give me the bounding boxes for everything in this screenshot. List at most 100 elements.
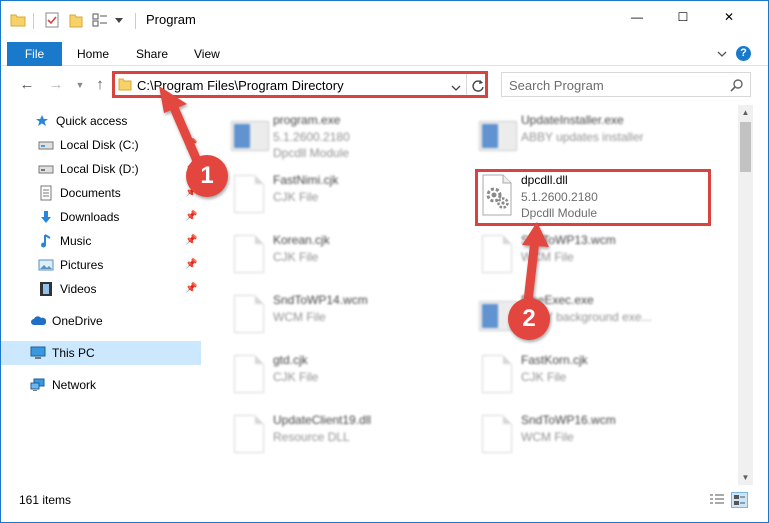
minimize-button[interactable]: —: [614, 1, 660, 33]
file-type: WCM File: [521, 430, 574, 444]
sidebar-item-local-disk-d[interactable]: Local Disk (D:) 📌: [1, 157, 201, 181]
music-icon: [38, 233, 54, 249]
sidebar-item-label: Local Disk (C:): [60, 138, 139, 152]
star-icon: [34, 113, 50, 129]
pictures-icon: [38, 257, 54, 273]
explorer-window: Program — ☐ ✕ File Home Share View ? ← →…: [0, 0, 769, 523]
file-name: SndToWP16.wcm: [521, 413, 616, 427]
sidebar-item-quick-access[interactable]: Quick access: [1, 109, 201, 133]
file-tile[interactable]: FineExec.exe ABBY background exe...: [461, 285, 711, 343]
sidebar-item-downloads[interactable]: Downloads 📌: [1, 205, 201, 229]
pin-icon: 📌: [185, 211, 198, 222]
sidebar-item-label: This PC: [52, 346, 95, 360]
file-type: CJK File: [521, 370, 567, 384]
navigation-bar: ← → ▼ ↑ C:\Program Files\Program Directo…: [1, 67, 768, 103]
documents-icon: [38, 185, 54, 201]
file-tile[interactable]: UpdateInstaller.exe ABBY updates install…: [461, 105, 711, 163]
sidebar-item-local-disk-c[interactable]: Local Disk (C:) 📌: [1, 133, 201, 157]
pin-icon: 📌: [185, 139, 198, 150]
file-name: program.exe: [273, 113, 341, 127]
file-tile[interactable]: FastKorn.cjk CJK File: [461, 345, 711, 403]
file-tile[interactable]: SndToWP13.wcm WCM File: [461, 225, 711, 283]
expand-ribbon-icon[interactable]: [715, 47, 729, 61]
file-tile[interactable]: Korean.cjk CJK File: [213, 225, 463, 283]
sidebar-item-label: Videos: [60, 282, 97, 296]
sidebar-item-onedrive[interactable]: OneDrive: [1, 309, 201, 333]
file-name: gtd.cjk: [273, 353, 308, 367]
forward-arrow-icon[interactable]: →: [48, 77, 64, 93]
window-title: Program: [146, 12, 196, 27]
file-type: CJK File: [273, 370, 319, 384]
file-tile[interactable]: SndToWP16.wcm WCM File: [461, 405, 711, 463]
sidebar-item-label: Music: [60, 234, 92, 248]
help-icon[interactable]: ?: [736, 46, 751, 61]
sidebar-item-documents[interactable]: Documents 📌: [1, 181, 201, 205]
customize-icon[interactable]: [91, 11, 109, 29]
item-count: 161 items: [19, 493, 72, 507]
file-tile[interactable]: FastNimi.cjk CJK File: [213, 165, 463, 223]
file-description: Dpcdll Module: [273, 146, 350, 160]
tiles-view-icon[interactable]: [731, 492, 748, 508]
sidebar-item-videos[interactable]: Videos 📌: [1, 277, 201, 301]
properties-check-icon[interactable]: [43, 11, 61, 29]
onedrive-icon: [30, 313, 46, 329]
divider: [135, 13, 136, 29]
scroll-up-icon[interactable]: ▲: [738, 105, 753, 120]
document-icon: [477, 233, 517, 277]
status-bar: 161 items: [1, 489, 768, 511]
back-arrow-icon[interactable]: ←: [19, 77, 35, 93]
file-tile[interactable]: UpdateClient19.dll Resource DLL: [213, 405, 463, 463]
file-tile[interactable]: program.exe 5.1.2600.2180 Dpcdll Module: [213, 105, 463, 163]
file-tile[interactable]: SndToWP14.wcm WCM File: [213, 285, 463, 343]
sidebar-item-music[interactable]: Music 📌: [1, 229, 201, 253]
file-tile[interactable]: gtd.cjk CJK File: [213, 345, 463, 403]
sidebar-item-pictures[interactable]: Pictures 📌: [1, 253, 201, 277]
pin-icon: 📌: [185, 259, 198, 270]
file-type: CJK File: [273, 190, 319, 204]
file-name: UpdateClient19.dll: [273, 413, 372, 427]
tab-share[interactable]: Share: [136, 42, 168, 66]
document-icon: [229, 413, 269, 457]
details-view-icon[interactable]: [709, 493, 725, 507]
file-name: SndToWP13.wcm: [521, 233, 616, 247]
downloads-icon: [38, 209, 54, 225]
folder-icon[interactable]: [9, 11, 27, 29]
search-input[interactable]: Search Program: [501, 72, 751, 97]
sidebar-item-label: Documents: [60, 186, 121, 200]
scroll-thumb[interactable]: [740, 122, 751, 172]
sidebar-item-network[interactable]: Network: [1, 373, 201, 397]
file-name: FastNimi.cjk: [273, 173, 339, 187]
title-bar: Program — ☐ ✕: [1, 1, 768, 39]
file-type: WCM File: [273, 310, 326, 324]
ribbon-tabs: File Home Share View ?: [1, 42, 768, 66]
navigation-pane: Quick access Local Disk (C:) 📌 Local Dis…: [1, 105, 201, 485]
app-icon: [477, 113, 517, 157]
up-arrow-icon[interactable]: ↑: [92, 77, 108, 93]
sidebar-item-label: Network: [52, 378, 97, 392]
drive-icon: [38, 137, 54, 153]
file-type: CJK File: [273, 250, 319, 264]
sidebar-item-this-pc[interactable]: This PC: [1, 341, 201, 365]
document-icon: [229, 293, 269, 337]
file-name: UpdateInstaller.exe: [521, 113, 624, 127]
tab-view[interactable]: View: [194, 42, 220, 66]
search-icon[interactable]: [730, 78, 744, 95]
vertical-scrollbar[interactable]: ▲ ▼: [738, 105, 753, 485]
scroll-down-icon[interactable]: ▼: [738, 470, 753, 485]
close-button[interactable]: ✕: [706, 1, 752, 33]
divider: [33, 13, 34, 29]
chevron-down-icon[interactable]: [113, 11, 125, 29]
document-icon: [229, 353, 269, 397]
file-highlight-box: [475, 169, 711, 226]
document-icon: [477, 413, 517, 457]
tab-file[interactable]: File: [7, 42, 62, 66]
search-placeholder: Search Program: [509, 78, 604, 93]
tab-home[interactable]: Home: [77, 42, 109, 66]
sidebar-item-label: Downloads: [60, 210, 120, 224]
sidebar-item-label: OneDrive: [52, 314, 103, 328]
address-highlight-box: [112, 71, 488, 98]
recent-locations-icon[interactable]: ▼: [72, 77, 88, 93]
document-icon: [477, 353, 517, 397]
new-folder-icon[interactable]: [67, 11, 85, 29]
maximize-button[interactable]: ☐: [660, 1, 706, 33]
